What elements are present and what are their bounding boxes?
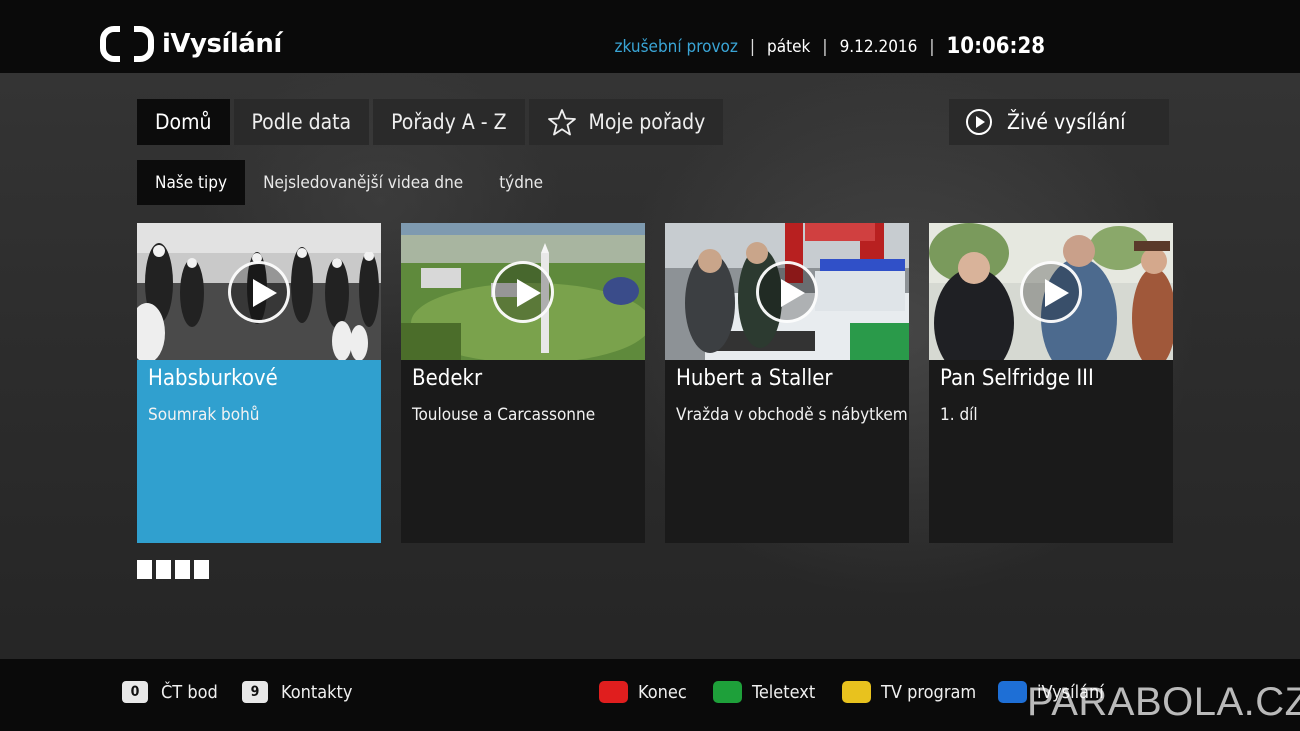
page-indicator xyxy=(137,560,213,579)
tab-label: Moje pořady xyxy=(588,110,706,134)
hint-label: Kontakty xyxy=(281,681,353,703)
video-card-bedekr[interactable]: Bedekr Toulouse a Carcassonne xyxy=(401,223,645,543)
page-dot xyxy=(194,560,209,579)
card-title: Hubert a Staller xyxy=(676,366,833,391)
blue-button-icon xyxy=(998,681,1027,703)
hint-label: Konec xyxy=(638,681,687,703)
play-icon xyxy=(228,261,290,323)
subtab-label: týdne xyxy=(499,172,544,193)
live-broadcast-button[interactable]: Živé vysílání xyxy=(949,99,1169,145)
green-button-icon xyxy=(713,681,742,703)
ct-logo-icon xyxy=(100,26,154,62)
separator: | xyxy=(749,36,756,57)
card-title: Habsburkové xyxy=(148,366,278,391)
tab-my-programs[interactable]: Moje pořady xyxy=(528,99,724,145)
key-0: 0 xyxy=(122,681,148,703)
video-thumbnail xyxy=(137,223,381,360)
date-label: 9.12.2016 xyxy=(839,36,918,57)
subtab-label: Nejsledovanější videa dne xyxy=(263,172,464,193)
red-button-icon xyxy=(599,681,628,703)
subtab-our-tips[interactable]: Naše tipy xyxy=(137,160,246,205)
watermark: PARABOLA.CZ xyxy=(1027,680,1300,724)
live-label: Živé vysílání xyxy=(1007,110,1126,134)
status-bar: zkušební provoz | pátek | 9.12.2016 | 10… xyxy=(615,34,1045,59)
hint-label: TV program xyxy=(881,681,977,703)
page-dot xyxy=(156,560,171,579)
video-card-pan-selfridge[interactable]: Pan Selfridge III 1. díl xyxy=(929,223,1173,543)
tab-programs-a-z[interactable]: Pořady A - Z xyxy=(373,99,525,145)
clock: 10:06:28 xyxy=(946,34,1045,59)
star-icon xyxy=(547,109,576,136)
hint-ct-bod[interactable]: 0 ČT bod xyxy=(122,681,218,703)
separator: | xyxy=(929,36,935,57)
tab-label: Podle data xyxy=(251,110,352,134)
separator: | xyxy=(822,36,828,57)
card-subtitle: Soumrak bohů xyxy=(148,405,260,425)
card-subtitle: Toulouse a Carcassonne xyxy=(412,405,596,425)
card-subtitle: 1. díl xyxy=(940,405,978,425)
main-nav: Domů Podle data Pořady A - Z Moje pořady xyxy=(137,99,727,145)
play-icon xyxy=(492,261,554,323)
subtab-label: Naše tipy xyxy=(155,172,228,193)
sub-nav: Naše tipy Nejsledovanější videa dne týdn… xyxy=(137,160,561,205)
hint-label: ČT bod xyxy=(161,681,218,703)
key-9: 9 xyxy=(242,681,268,703)
hint-tv-program[interactable]: TV program xyxy=(842,681,976,703)
play-icon xyxy=(756,261,818,323)
video-thumbnail xyxy=(665,223,909,360)
top-bar: iVysílání zkušební provoz | pátek | 9.12… xyxy=(0,0,1300,73)
page-dot xyxy=(175,560,190,579)
hint-teletext[interactable]: Teletext xyxy=(713,681,815,703)
tab-label: Pořady A - Z xyxy=(391,110,507,134)
app-name: iVysílání xyxy=(162,29,282,59)
video-thumbnail xyxy=(401,223,645,360)
tab-by-date[interactable]: Podle data xyxy=(233,99,370,145)
ct-logo: iVysílání xyxy=(100,26,282,62)
video-card-habsburkove[interactable]: Habsburkové Soumrak bohů xyxy=(137,223,381,543)
video-card-hubert-a-staller[interactable]: Hubert a Staller Vražda v obchodě s náby… xyxy=(665,223,909,543)
yellow-button-icon xyxy=(842,681,871,703)
hint-konec[interactable]: Konec xyxy=(599,681,687,703)
tab-home[interactable]: Domů xyxy=(137,99,230,145)
subtab-most-watched-day[interactable]: Nejsledovanější videa dne xyxy=(245,160,481,205)
video-thumbnail xyxy=(929,223,1173,360)
tab-label: Domů xyxy=(155,110,212,134)
hint-label: Teletext xyxy=(752,681,816,703)
page-dot xyxy=(137,560,152,579)
day-label: pátek xyxy=(767,36,811,57)
play-icon xyxy=(1020,261,1082,323)
play-circle-icon xyxy=(966,109,992,135)
card-subtitle: Vražda v obchodě s nábytkem xyxy=(676,405,908,425)
subtab-most-watched-week[interactable]: týdne xyxy=(481,160,561,205)
card-title: Bedekr xyxy=(412,366,483,391)
card-title: Pan Selfridge III xyxy=(940,366,1094,391)
hint-kontakty[interactable]: 9 Kontakty xyxy=(242,681,352,703)
trial-status: zkušební provoz xyxy=(614,36,738,57)
